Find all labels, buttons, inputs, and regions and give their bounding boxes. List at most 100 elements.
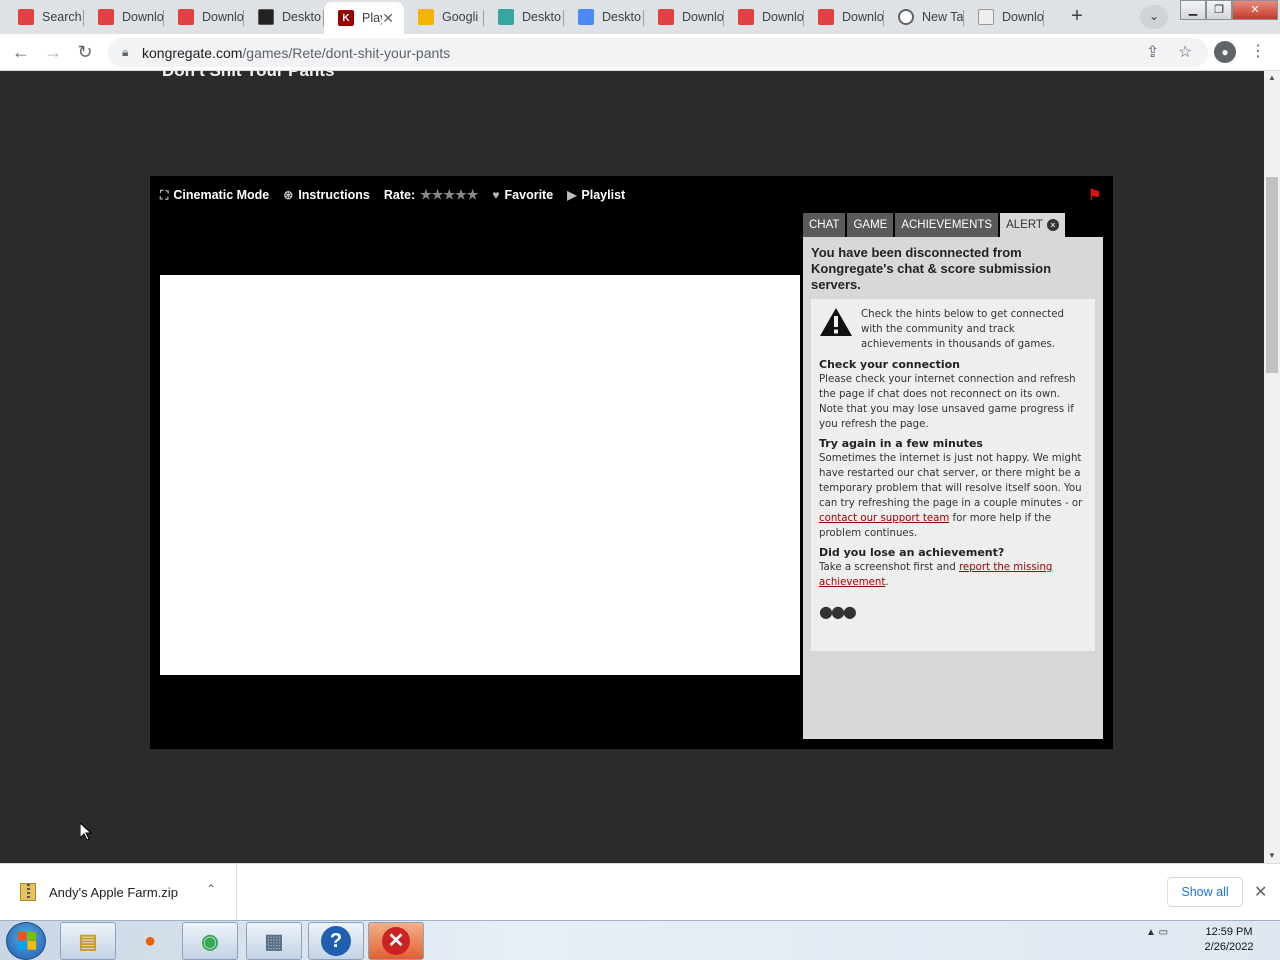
rating[interactable]: Rate: ★★★★★ — [384, 187, 479, 203]
system-monitor-icon[interactable]: ▦ — [246, 922, 302, 960]
tab-achievements[interactable]: ACHIEVEMENTS — [895, 213, 999, 237]
tab-title: Search — [42, 10, 82, 24]
chrome-icon[interactable]: ◉ — [182, 922, 238, 960]
close-downloads-icon[interactable]: ✕ — [1254, 882, 1267, 902]
lock-icon[interactable]: 🔒︎ — [122, 45, 128, 60]
scroll-up-icon[interactable]: ▲ — [1264, 71, 1280, 85]
chevron-up-icon[interactable]: ⌃ — [206, 882, 216, 896]
favorite-button[interactable]: ♥ Favorite — [492, 188, 553, 202]
chrome-icon — [898, 9, 914, 25]
browser-tab[interactable]: Downlo — [84, 2, 164, 32]
tab-title: Downlo — [682, 10, 724, 24]
playlist-button[interactable]: ▶ Playlist — [567, 188, 625, 202]
google-icon — [418, 9, 434, 25]
system-clock[interactable]: 12:59 PM 2/26/2022 — [1196, 925, 1262, 955]
pdf-icon — [818, 9, 834, 25]
browser-toolbar: ← → ↻ 🔒︎ kongregate.com/games/Rete/dont-… — [0, 34, 1280, 71]
url-text: kongregate.com/games/Rete/dont-shit-your… — [142, 45, 451, 61]
minimize-button[interactable]: ▁ — [1180, 0, 1206, 20]
windows-taskbar: ▤ ● ◉ ▦ ? ✕ ▲ ▭ 12:59 PM 2/26/2022 — [0, 920, 1280, 960]
show-all-button[interactable]: Show all — [1167, 877, 1243, 907]
tab-title: Deskto — [522, 10, 561, 24]
instructions-icon: ⊛ — [283, 188, 294, 202]
section-title-achievement: Did you lose an achievement? — [819, 546, 1005, 559]
help-icon[interactable]: ? — [308, 922, 364, 960]
tab-title: Deskto — [602, 10, 641, 24]
page-scrollbar[interactable]: ▲ ▼ — [1264, 71, 1280, 863]
tab-title: Googli — [442, 10, 479, 24]
kongregate-icon: K — [338, 10, 354, 26]
tab-separator — [1043, 10, 1044, 26]
tab-chat[interactable]: CHAT — [803, 213, 846, 237]
profile-avatar-icon[interactable]: ● — [1214, 41, 1236, 63]
tab-search-button[interactable]: ⌄ — [1140, 5, 1168, 29]
mouse-pointer-icon — [80, 823, 92, 841]
browser-tab[interactable]: Deskto — [564, 2, 644, 32]
heart-icon: ♥ — [492, 188, 500, 202]
tab-title: Deskto — [282, 10, 321, 24]
page-content: Don't Shit Your Pants ⛶ Cinematic Mode ⊛… — [0, 71, 1264, 863]
error-app-icon[interactable]: ✕ — [368, 922, 424, 960]
file-explorer-icon[interactable]: ▤ — [60, 922, 116, 960]
alert-heading: You have been disconnected from Kongrega… — [811, 245, 1052, 292]
scroll-down-icon[interactable]: ▼ — [1264, 849, 1280, 863]
maximize-button[interactable]: ❐ — [1206, 0, 1232, 20]
alert-pane: You have been disconnected from Kongrega… — [803, 237, 1103, 739]
game-canvas[interactable] — [160, 275, 800, 675]
alert-hints: Check the hints below to get connected w… — [811, 299, 1095, 651]
browser-tab[interactable]: Deskto — [244, 2, 324, 32]
tab-title: Play — [362, 11, 382, 25]
browser-menu-icon[interactable]: ⋮ — [1250, 41, 1266, 61]
section-title-retry: Try again in a few minutes — [819, 437, 983, 450]
cinematic-mode-button[interactable]: ⛶ Cinematic Mode — [160, 188, 269, 203]
browser-tab[interactable]: Downlo — [804, 2, 884, 32]
pdf-icon — [738, 9, 754, 25]
alert-intro: Check the hints below to get connected w… — [861, 309, 1064, 350]
browser-tab[interactable]: Downlo — [644, 2, 724, 32]
loading-dots-icon: ●●● — [819, 602, 857, 621]
instructions-button[interactable]: ⊛ Instructions — [283, 188, 370, 202]
start-button[interactable] — [6, 922, 46, 960]
tab-title: Downlo — [202, 10, 244, 24]
doc-icon — [978, 9, 994, 25]
tab-game[interactable]: GAME — [847, 213, 894, 237]
kongregate-logo-icon[interactable]: ⚑ — [1088, 186, 1101, 204]
tab-title: New Ta — [922, 10, 964, 24]
reload-button[interactable]: ↻ — [72, 39, 98, 65]
back-button[interactable]: ← — [8, 39, 34, 65]
bookmark-star-icon[interactable]: ☆ — [1178, 42, 1192, 62]
window-close-button[interactable]: ✕ — [1232, 0, 1278, 20]
close-tab-icon[interactable]: ✕ — [382, 10, 394, 27]
zip-file-icon — [20, 883, 36, 901]
browser-tab[interactable]: Downlo — [964, 2, 1044, 32]
firefox-icon[interactable]: ● — [122, 922, 178, 960]
browser-tab[interactable]: K Play✕ — [324, 2, 404, 34]
new-tab-button[interactable]: + — [1064, 5, 1090, 29]
browser-tab[interactable]: Search — [4, 2, 84, 32]
download-item[interactable]: Andy's Apple Farm.zip ⌃ — [0, 864, 237, 920]
tray-icons[interactable]: ▲ ▭ — [1146, 927, 1168, 938]
desktop-blue-icon — [578, 9, 594, 25]
contact-support-link[interactable]: contact our support team — [819, 513, 949, 524]
pdf-icon — [658, 9, 674, 25]
address-bar[interactable]: 🔒︎ kongregate.com/games/Rete/dont-shit-y… — [108, 38, 1208, 67]
tab-title: Downlo — [1002, 10, 1044, 24]
browser-tab[interactable]: Downlo — [164, 2, 244, 32]
pdf-icon — [178, 9, 194, 25]
scroll-thumb[interactable] — [1266, 177, 1278, 373]
browser-tab[interactable]: New Ta — [884, 2, 964, 32]
chat-tabs: CHAT GAME ACHIEVEMENTS ALERT × — [803, 213, 1065, 237]
browser-tab[interactable]: Deskto — [484, 2, 564, 32]
forward-button[interactable]: → — [40, 39, 66, 65]
tab-title: Downlo — [762, 10, 804, 24]
rating-stars-icon[interactable]: ★★★★★ — [420, 187, 478, 203]
share-icon[interactable]: ⇪ — [1146, 42, 1159, 62]
browser-tab[interactable]: Googli — [404, 2, 484, 32]
game-player: ⛶ Cinematic Mode ⊛ Instructions Rate: ★★… — [150, 176, 1113, 749]
tab-alert[interactable]: ALERT × — [1000, 213, 1065, 237]
section-title-connection: Check your connection — [819, 358, 960, 371]
section-body-retry: Sometimes the internet is just not happy… — [819, 453, 1083, 539]
close-alert-icon[interactable]: × — [1046, 219, 1059, 231]
browser-tab[interactable]: Downlo — [724, 2, 804, 32]
game-title: Don't Shit Your Pants — [162, 71, 334, 81]
